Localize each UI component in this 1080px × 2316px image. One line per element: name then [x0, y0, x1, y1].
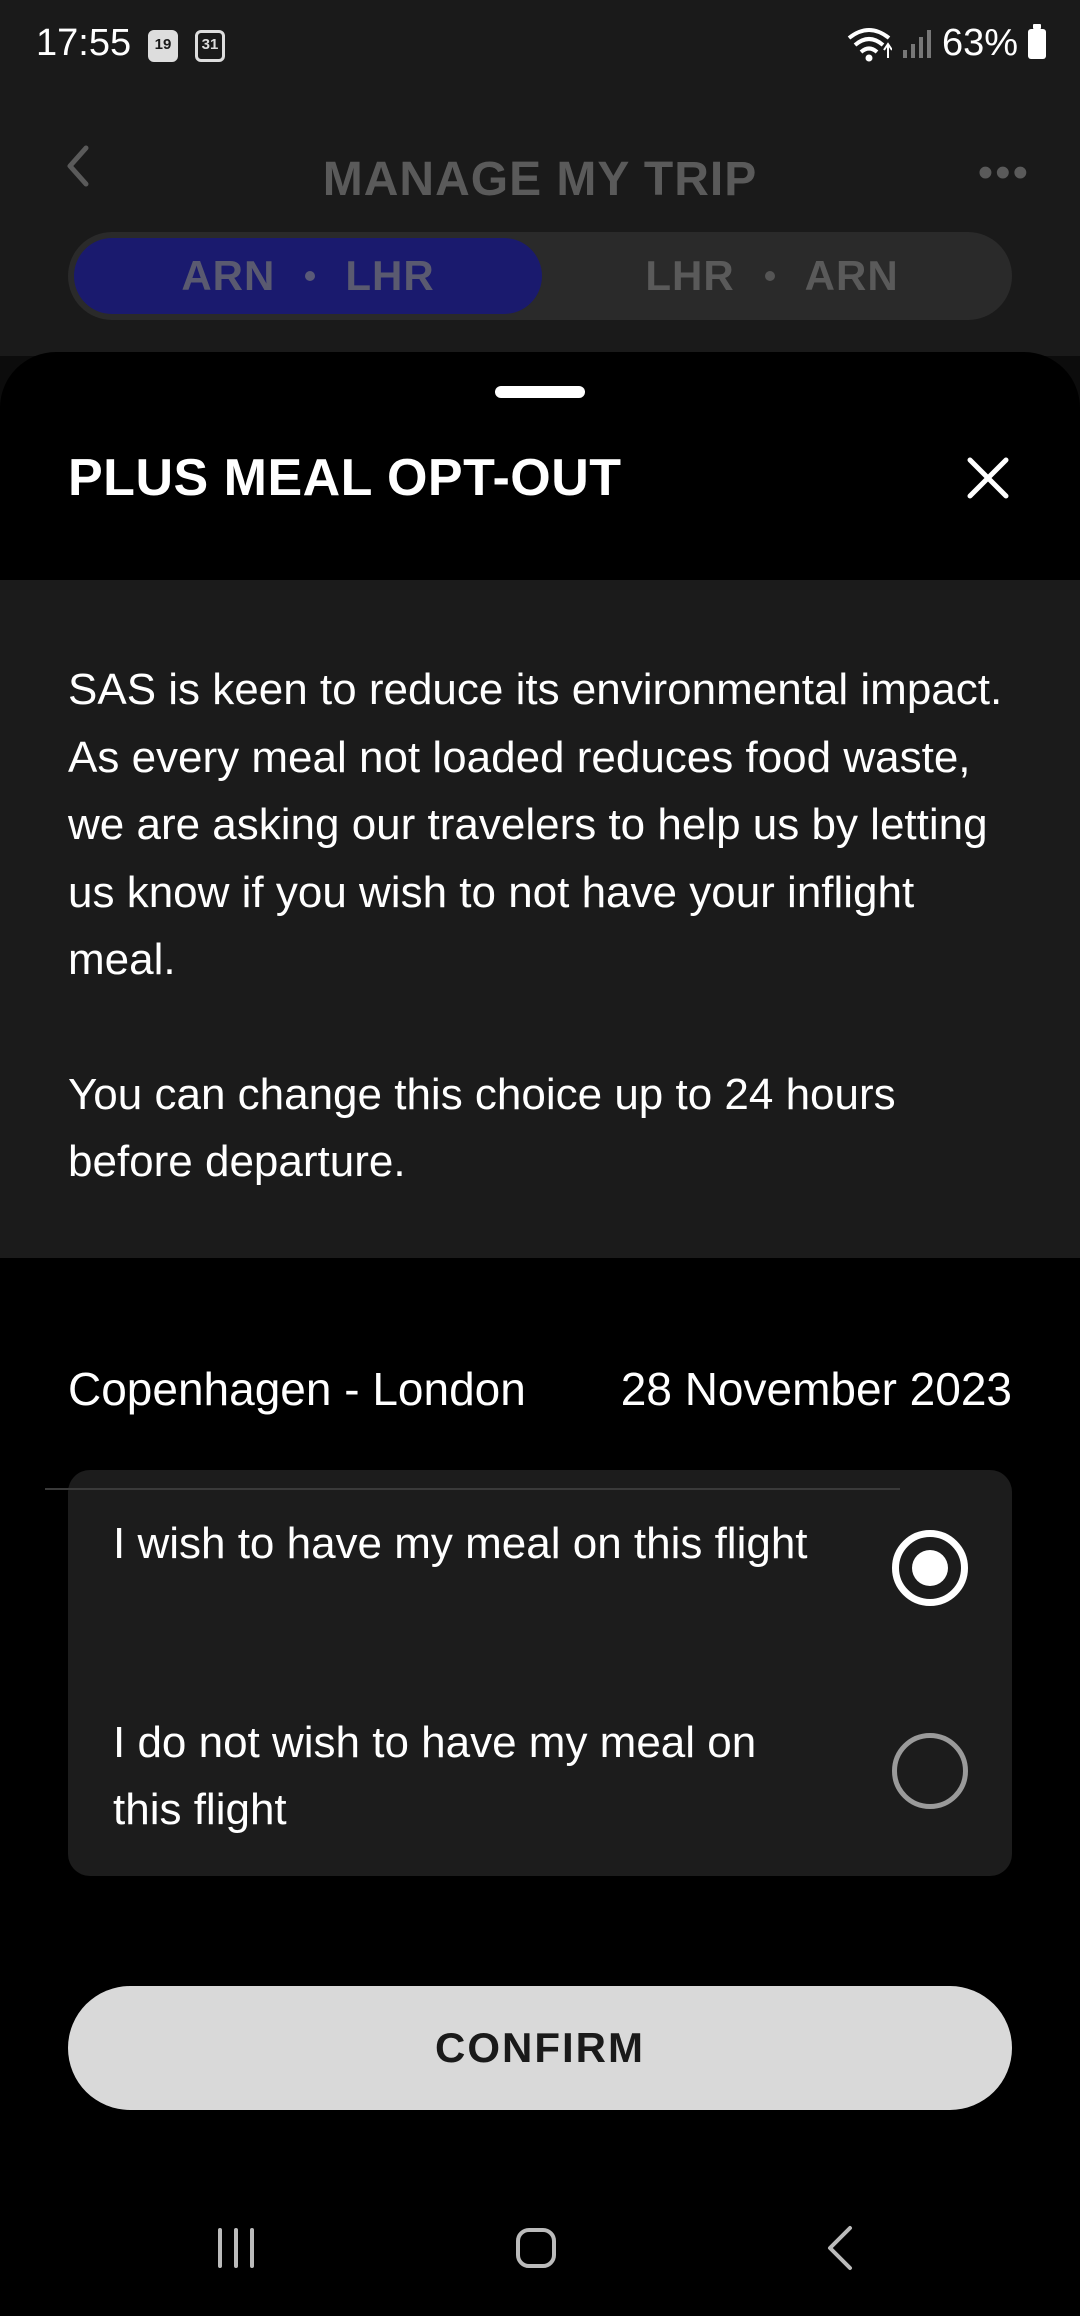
- option-divider: [45, 1488, 900, 1490]
- option-label: I do not wish to have my meal on this fl…: [113, 1718, 757, 1834]
- page-title: MANAGE MY TRIP: [322, 153, 758, 206]
- meal-options-card: I wish to have my meal on this flight I …: [68, 1470, 1012, 1876]
- wifi-icon: [847, 27, 892, 61]
- confirm-button[interactable]: CONFIRM: [68, 1986, 1012, 2110]
- more-options-icon[interactable]: •••: [978, 148, 1030, 198]
- info-paragraph: SAS is keen to reduce its environmental …: [68, 665, 1003, 984]
- battery-icon: [1028, 23, 1046, 59]
- close-icon[interactable]: [960, 450, 1016, 506]
- system-nav-bar: [0, 2200, 1080, 2316]
- tab-route-arn-lhr[interactable]: ARN LHR: [74, 238, 542, 314]
- option-label: I wish to have my meal on this flight: [113, 1519, 808, 1568]
- battery-percent: 63%: [941, 22, 1018, 64]
- back-nav-icon[interactable]: [822, 2222, 858, 2274]
- info-text: SAS is keen to reduce its environmental …: [68, 656, 1018, 1196]
- option-have-meal[interactable]: I wish to have my meal on this flight: [113, 1470, 968, 1670]
- route-switcher: ARN LHR LHR ARN: [68, 232, 1012, 320]
- recent-apps-icon[interactable]: [214, 2224, 258, 2272]
- calendar-icon: 19: [148, 30, 178, 62]
- radio-unselected[interactable]: [892, 1733, 968, 1809]
- tab-route-lhr-arn[interactable]: LHR ARN: [538, 238, 1006, 314]
- sheet-title: PLUS MEAL OPT-OUT: [68, 449, 622, 507]
- home-icon[interactable]: [514, 2226, 558, 2270]
- dot-separator: [764, 271, 775, 281]
- radio-selected[interactable]: [892, 1530, 968, 1606]
- signal-icon: [902, 29, 931, 58]
- option-no-meal[interactable]: I do not wish to have my meal on this fl…: [113, 1673, 968, 1873]
- info-panel: SAS is keen to reduce its environmental …: [0, 580, 1080, 1258]
- drag-handle[interactable]: [495, 386, 585, 398]
- info-paragraph: You can change this choice up to 24 hour…: [68, 1069, 896, 1187]
- meal-opt-out-sheet: PLUS MEAL OPT-OUT SAS is keen to reduce …: [0, 352, 1080, 2316]
- trip-date: 28 November 2023: [620, 1363, 1012, 1415]
- manage-trip-header: MANAGE MY TRIP ••• ARN LHR LHR ARN: [0, 96, 1080, 356]
- calendar-icon: 31: [195, 30, 225, 62]
- dot-separator: [305, 271, 316, 281]
- status-time: 17:55: [36, 22, 132, 64]
- status-bar: 17:55 19 31 63%: [0, 0, 1080, 96]
- trip-route: Copenhagen - London: [68, 1363, 526, 1415]
- status-indicators: 63%: [846, 22, 1046, 65]
